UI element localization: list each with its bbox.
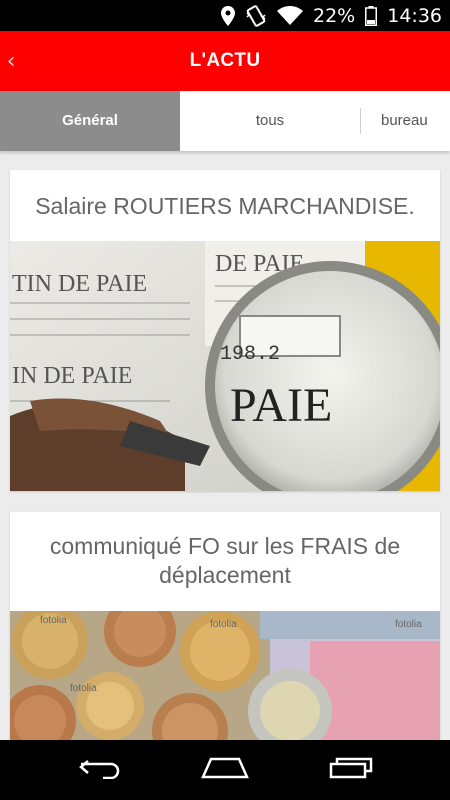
payslip-paie-label: PAIE — [230, 379, 332, 432]
status-bar: 22% 14:36 — [0, 0, 450, 31]
vibrate-icon — [245, 4, 267, 27]
payslip-amount: 198.2 — [220, 343, 280, 366]
watermark-text-2: fotolia — [210, 619, 237, 630]
payslip-text-1: TIN DE PAIE — [12, 271, 147, 297]
back-arrow-icon — [78, 757, 122, 784]
battery-icon — [365, 5, 378, 26]
article-image-payslip[interactable]: TIN DE PAIE DE PAIE IN DE PAIE 198.2 PAI… — [10, 241, 440, 491]
article-card[interactable]: Salaire ROUTIERS MARCHANDISE. TIN DE PAI… — [10, 170, 440, 491]
tab-divider — [360, 108, 361, 134]
nav-recents-button[interactable] — [306, 740, 396, 800]
page-title: L'ACTU — [189, 50, 261, 71]
tab-bureau[interactable]: bureau — [361, 91, 450, 151]
status-icons: 22% 14:36 — [221, 0, 442, 31]
nav-home-button[interactable] — [180, 740, 270, 800]
article-image-money[interactable]: fotolia fotolia fotolia fotolia — [10, 611, 440, 752]
tab-tous[interactable]: tous — [180, 91, 360, 151]
system-nav-bar — [0, 740, 450, 800]
watermark-text-3: fotolia — [395, 619, 422, 630]
recents-icon — [329, 757, 373, 784]
chevron-left-icon: ‹ — [6, 48, 16, 74]
nav-back-button[interactable] — [55, 740, 145, 800]
article-title[interactable]: communiqué FO sur les FRAIS de déplaceme… — [10, 512, 440, 590]
watermark-text-1: fotolia — [40, 615, 67, 626]
battery-percent: 22% — [313, 4, 356, 27]
payslip-text-3: IN DE PAIE — [12, 363, 132, 389]
location-icon — [221, 5, 235, 26]
article-card[interactable]: communiqué FO sur les FRAIS de déplaceme… — [10, 512, 440, 752]
tab-bar: Général tous bureau — [0, 91, 450, 151]
app-bar: L'ACTU ‹ — [0, 31, 450, 91]
back-button[interactable]: ‹ — [0, 31, 22, 91]
home-icon — [201, 757, 249, 784]
wifi-icon — [277, 5, 303, 26]
watermark-text-4: fotolia — [70, 683, 97, 694]
tab-general[interactable]: Général — [0, 91, 180, 151]
article-title[interactable]: Salaire ROUTIERS MARCHANDISE. — [10, 170, 440, 221]
clock: 14:36 — [387, 4, 442, 27]
